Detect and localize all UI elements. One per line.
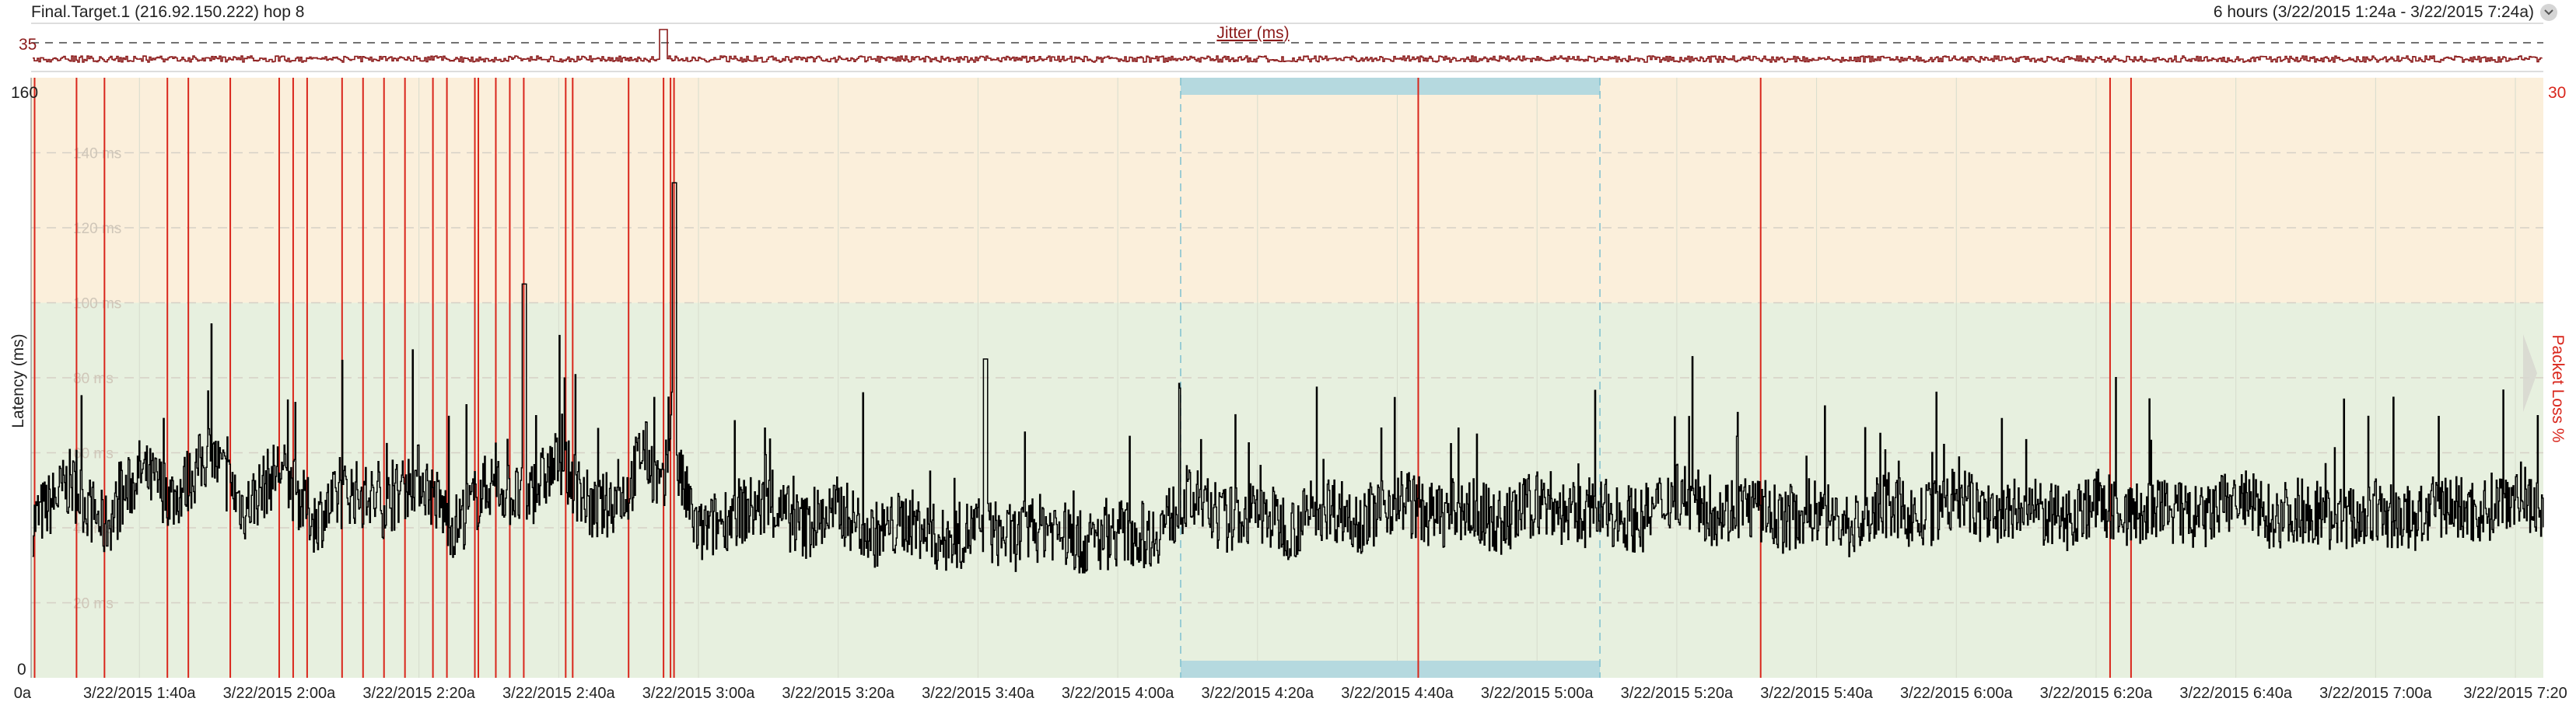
x-tick-label: 3/22/2015 6:40a [2179,685,2292,702]
x-tick-label: 3/22/2015 3:00a [642,685,755,702]
latency-chart[interactable]: 35 Jitter (ms) 140 ms 120 ms 100 ms 80 ms 60… [0,0,2576,712]
zone-label: 120 ms [73,221,121,237]
zone-label: 60 ms [73,446,114,462]
x-tick-label: 3/22/2015 6:20a [2040,685,2153,702]
zone-label: 100 ms [73,296,121,312]
jitter-panel: 35 Jitter (ms) [19,23,2543,72]
zone-label: 80 ms [73,371,114,387]
x-tick-label: 3/22/2015 7:20 [2463,685,2567,702]
x-tick-label: 3/22/2015 2:20a [362,685,475,702]
x-tick-label: 0a [14,685,32,702]
y2-axis-title: Packet Loss % [2549,335,2567,443]
jitter-scale-label: 35 [19,36,37,54]
zone-label: 140 ms [73,146,121,162]
x-tick-label: 3/22/2015 2:40a [502,685,615,702]
zone-label: 20 ms [73,596,114,613]
x-tick-label: 3/22/2015 5:40a [1760,685,1873,702]
x-tick-label: 3/22/2015 2:00a [223,685,336,702]
y-axis-bottom-label: 0 [17,661,26,679]
x-tick-label: 3/22/2015 5:20a [1621,685,1734,702]
x-tick-label: 3/22/2015 6:00a [1900,685,2013,702]
x-tick-label: 3/22/2015 4:00a [1062,685,1174,702]
x-tick-label: 3/22/2015 4:40a [1341,685,1454,702]
plot-area[interactable]: 140 ms 120 ms 100 ms 80 ms 60 ms 40 ms 20 ms [31,78,2544,678]
jitter-title: Jitter (ms) [1216,24,1289,42]
x-tick-label: 3/22/2015 4:20a [1202,685,1314,702]
x-axis: 0a 3/22/2015 1:40a 3/22/2015 2:00a 3/22/201… [14,685,2567,702]
y-axis-top-label: 160 [11,84,38,102]
x-tick-label: 3/22/2015 3:20a [782,685,894,702]
y2-axis-top-label: 30 [2548,84,2566,102]
selection-band-top [1180,78,1601,95]
zone-band-0 [31,78,2543,303]
selection-band-bottom [1180,661,1601,678]
zone-label: 40 ms [73,521,114,537]
x-tick-label: 3/22/2015 1:40a [83,685,196,702]
x-tick-label: 3/22/2015 3:40a [922,685,1034,702]
x-tick-label: 3/22/2015 5:00a [1481,685,1594,702]
y-axis-title: Latency (ms) [9,333,27,428]
x-tick-label: 3/22/2015 7:00a [2319,685,2432,702]
